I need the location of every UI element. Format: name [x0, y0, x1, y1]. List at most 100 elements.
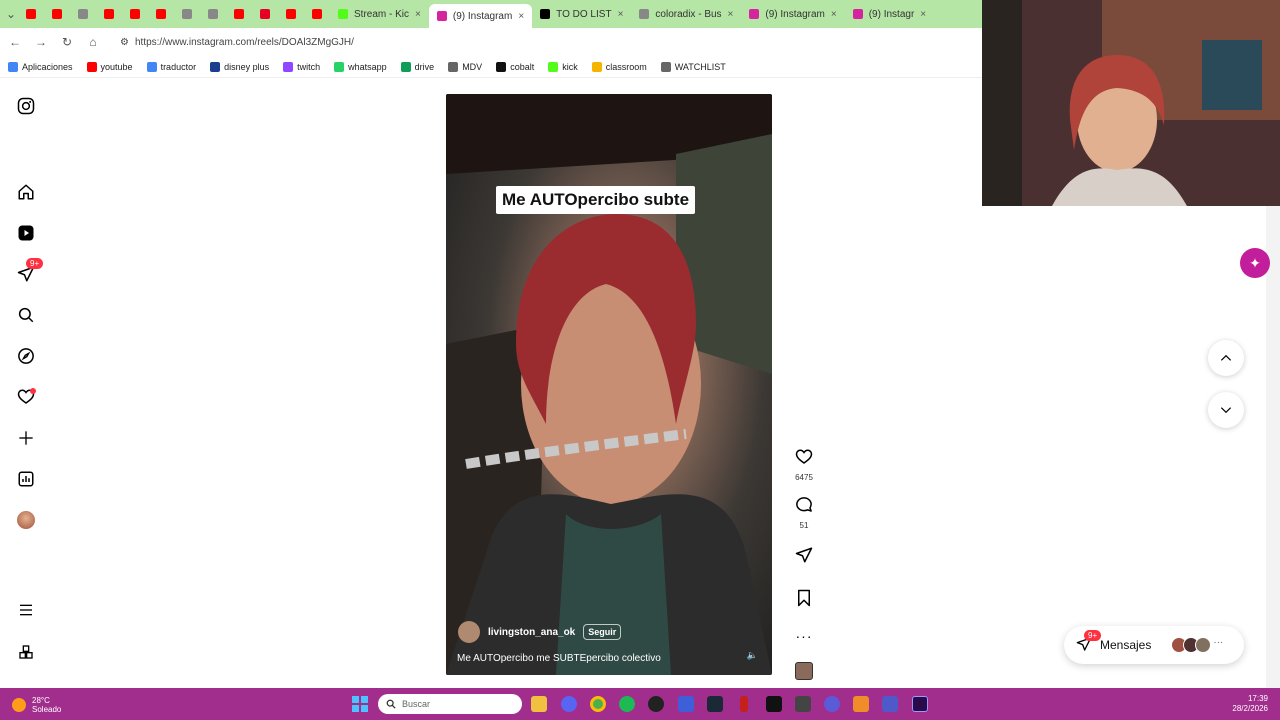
tab-label: (9) Instagr: [868, 8, 915, 20]
tab-favicon-icon: [156, 9, 166, 19]
browser-tab[interactable]: [70, 3, 96, 25]
browser-tab[interactable]: [304, 3, 330, 25]
tab-search-icon[interactable]: ⌄: [4, 7, 18, 21]
app-icon[interactable]: [795, 696, 811, 712]
browser-tab[interactable]: (9) Instagr ×: [845, 3, 934, 25]
file-explorer-icon[interactable]: [531, 696, 547, 712]
notifications-heart-icon[interactable]: [16, 387, 36, 407]
taskbar-clock[interactable]: 17:39 28/2/2026: [1232, 694, 1268, 714]
bookmark-item[interactable]: traductor: [146, 61, 196, 72]
media-player-icon[interactable]: [678, 696, 694, 712]
messages-nav-icon[interactable]: 9+: [16, 258, 44, 284]
bookmark-item[interactable]: whatsapp: [334, 61, 387, 72]
search-icon[interactable]: [16, 305, 36, 325]
browser-tab[interactable]: (9) Instagram ×: [428, 4, 533, 28]
bookmark-item[interactable]: cobalt: [496, 61, 534, 72]
back-icon[interactable]: ←: [8, 35, 22, 49]
bookmark-item[interactable]: WATCHLIST: [660, 61, 726, 72]
author-username[interactable]: livingston_ana_ok: [488, 627, 575, 638]
browser-tab[interactable]: coloradix - Bus ×: [631, 3, 741, 25]
page-scrollbar[interactable]: [1266, 206, 1280, 688]
home-icon[interactable]: ⌂: [86, 35, 100, 49]
bookmark-icon: [146, 61, 157, 72]
tab-close-icon[interactable]: ×: [728, 9, 734, 20]
taskbar-search[interactable]: Buscar: [378, 694, 522, 714]
bookmark-item[interactable]: Aplicaciones: [8, 61, 73, 72]
browser-tab[interactable]: [252, 3, 278, 25]
chevron-up-icon: [1220, 354, 1232, 361]
tab-close-icon[interactable]: ×: [920, 9, 926, 20]
profile-avatar[interactable]: [16, 510, 36, 530]
browser-tab[interactable]: TO DO LIST ×: [532, 3, 631, 25]
audio-thumbnail[interactable]: [795, 662, 813, 680]
notion-icon[interactable]: [766, 696, 782, 712]
browser-tab[interactable]: [122, 3, 148, 25]
browser-tab[interactable]: [96, 3, 122, 25]
bookmark-item[interactable]: twitch: [283, 61, 320, 72]
site-info-icon[interactable]: ⚙: [120, 37, 129, 48]
extension-floating-button[interactable]: ✦: [1240, 248, 1270, 278]
bookmark-item[interactable]: disney plus: [210, 61, 269, 72]
comment-icon[interactable]: [795, 496, 813, 519]
bookmark-item[interactable]: classroom: [591, 61, 647, 72]
bookmark-item[interactable]: drive: [400, 61, 434, 72]
chrome-icon[interactable]: [590, 696, 606, 712]
dashboard-icon[interactable]: [16, 469, 36, 489]
browser-tab[interactable]: [44, 3, 70, 25]
discord-icon[interactable]: [561, 696, 577, 712]
browser-tab[interactable]: [226, 3, 252, 25]
address-bar[interactable]: ⚙ https://www.instagram.com/reels/DOAl3Z…: [112, 32, 972, 52]
teams-icon[interactable]: [882, 696, 898, 712]
premiere-icon[interactable]: [912, 696, 928, 712]
save-bookmark-icon[interactable]: [796, 589, 812, 612]
obs-icon[interactable]: [648, 696, 664, 712]
reel-overlay-text: Me AUTOpercibo subte: [496, 186, 696, 214]
browser-tab[interactable]: [148, 3, 174, 25]
share-icon[interactable]: [795, 546, 813, 569]
tab-close-icon[interactable]: ×: [831, 9, 837, 20]
bookmark-item[interactable]: youtube: [86, 61, 133, 72]
home-nav-icon[interactable]: [16, 182, 36, 202]
start-button[interactable]: [352, 696, 368, 712]
spotify-icon[interactable]: [619, 696, 635, 712]
weather-widget[interactable]: 28°C Soleado: [12, 696, 61, 714]
tab-close-icon[interactable]: ×: [618, 9, 624, 20]
bookmark-icon: [548, 61, 559, 72]
browser-tab[interactable]: Stream - Kic ×: [330, 3, 429, 25]
tab-favicon-icon: [436, 11, 447, 21]
previous-reel-button[interactable]: [1208, 340, 1244, 376]
author-avatar[interactable]: [458, 621, 480, 643]
browser-tab[interactable]: [18, 3, 44, 25]
reload-icon[interactable]: ↻: [60, 35, 74, 49]
bookmark-icon: [448, 61, 459, 72]
fl-studio-icon[interactable]: [853, 696, 869, 712]
notification-dot: [30, 388, 36, 394]
browser-tab[interactable]: [278, 3, 304, 25]
browser-tab[interactable]: [200, 3, 226, 25]
browser-tab[interactable]: [174, 3, 200, 25]
browser-tab[interactable]: (9) Instagram ×: [741, 3, 844, 25]
forward-icon[interactable]: →: [34, 35, 48, 49]
messages-pill[interactable]: 9+ Mensajes ···: [1064, 626, 1244, 664]
follow-button[interactable]: Seguir: [583, 624, 622, 640]
steam-icon[interactable]: [707, 696, 723, 712]
netflix-icon[interactable]: [740, 696, 748, 712]
mute-icon[interactable]: 🔈: [747, 650, 758, 661]
more-options-icon[interactable]: ···: [796, 628, 813, 644]
bookmark-item[interactable]: kick: [548, 61, 578, 72]
next-reel-button[interactable]: [1208, 392, 1244, 428]
webcam-illustration: [982, 0, 1280, 206]
chat-app-icon[interactable]: [824, 696, 840, 712]
notifications-badge: 9+: [26, 258, 44, 269]
reel-video[interactable]: Me AUTOpercibo subte livingston_ana_ok S…: [446, 94, 772, 675]
instagram-logo-icon[interactable]: [16, 96, 36, 116]
also-from-meta-icon[interactable]: [16, 642, 36, 662]
more-menu-icon[interactable]: [16, 600, 36, 620]
explore-icon[interactable]: [16, 346, 36, 366]
bookmark-item[interactable]: MDV: [448, 61, 482, 72]
tab-close-icon[interactable]: ×: [415, 9, 421, 20]
tab-close-icon[interactable]: ×: [518, 11, 524, 22]
create-icon[interactable]: [16, 428, 36, 448]
like-icon[interactable]: [795, 448, 813, 471]
reels-nav-icon[interactable]: [16, 223, 36, 243]
